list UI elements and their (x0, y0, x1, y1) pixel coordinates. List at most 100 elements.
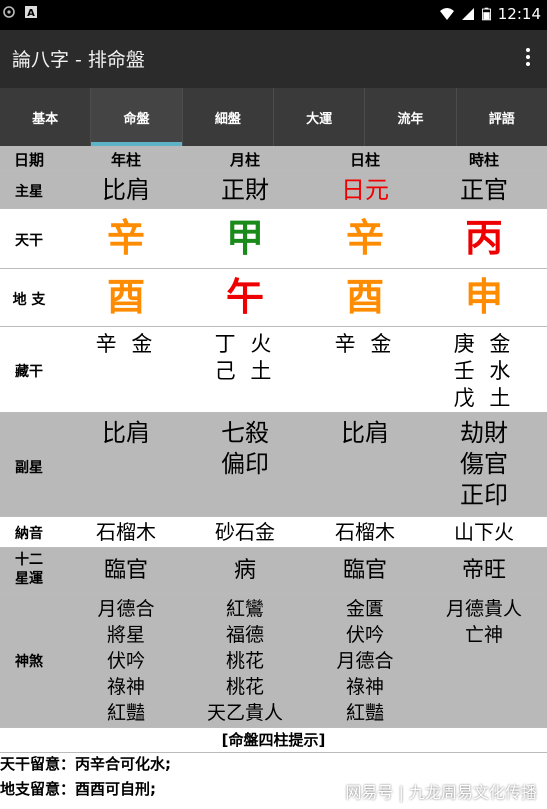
spirit-item: 桃花 (225, 676, 264, 698)
twelve-stages-label-line1: 十二 (15, 552, 43, 568)
stage-year: 臨官 (103, 558, 148, 583)
spirit-item: 月德合 (97, 598, 155, 620)
branch-day: 酉 (345, 274, 384, 319)
app-notification-icon: A (25, 6, 37, 19)
secondary-star-item: 七殺 (221, 419, 269, 447)
branch-month: 午 (225, 274, 264, 319)
earthly-branches-row: 地 支 酉 午 酉 申 (0, 269, 547, 327)
watermark-text: 网易号 | 九龙周易文化传播 (345, 783, 537, 802)
tab-detail[interactable]: 細盤 (183, 88, 274, 146)
status-time: 12:14 (497, 5, 541, 23)
spirit-item: 天乙貴人 (206, 702, 283, 724)
nayin-hour: 山下火 (454, 520, 514, 544)
secondary-stars-label: 副星 (15, 460, 43, 476)
secondary-star-item: 比肩 (341, 419, 389, 447)
hidden-stem-item: 辛 金 (95, 332, 157, 356)
hidden-stems-year: 辛 金 (67, 331, 185, 358)
header-day-pillar: 日柱 (349, 151, 380, 169)
header-label: 日期 (13, 151, 44, 169)
spirit-item: 亡神 (464, 624, 503, 646)
branch-hour: 申 (464, 274, 503, 319)
app-title: 論八字 - 排命盤 (12, 49, 145, 71)
tip-line-stems: 天干留意：丙辛合可化水; (0, 755, 171, 773)
spirit-item: 桃花 (225, 650, 264, 672)
header-month-pillar: 月柱 (229, 151, 260, 169)
stem-day: 辛 (345, 215, 384, 260)
hidden-stem-item: 己 土 (214, 359, 276, 383)
stage-hour: 帝旺 (461, 558, 506, 583)
twelve-stages-label-line2: 星運 (15, 571, 43, 587)
secondary-star-item: 偏印 (221, 450, 269, 478)
twelve-stages-label: 十二 星運 (0, 551, 58, 589)
secondary-stars-day: 比肩 (306, 418, 424, 449)
main-star-label: 主星 (15, 184, 43, 200)
stage-month: 病 (233, 558, 256, 583)
tips-title: [命盤四柱提示] (0, 728, 547, 753)
hidden-stems-hour: 庚 金 壬 水 戊 土 (424, 331, 544, 412)
spirits-label: 神煞 (15, 654, 43, 670)
stem-year: 辛 (106, 215, 145, 260)
secondary-star-item: 比肩 (102, 419, 150, 447)
tab-yearly-luck[interactable]: 流年 (365, 88, 457, 146)
spirits-row: 神煞 月德合 將星 伏吟 祿神 紅豔 紅鸞 福德 桃花 桃花 天乙貴人 金匱 伏… (0, 594, 547, 728)
app-bar: 論八字 - 排命盤 (0, 30, 547, 88)
hidden-stems-month: 丁 火 己 土 (186, 331, 304, 385)
twelve-stages-row: 十二 星運 臨官 病 臨官 帝旺 (0, 548, 547, 594)
spirits-year: 月德合 將星 伏吟 祿神 紅豔 (67, 596, 185, 726)
battery-icon (481, 7, 491, 21)
spirit-item: 月德貴人 (445, 598, 522, 620)
secondary-star-item: 正印 (460, 481, 508, 509)
hidden-stems-label: 藏干 (15, 364, 43, 380)
secondary-stars-year: 比肩 (67, 418, 185, 449)
hidden-stems-row: 藏干 辛 金 丁 火 己 土 辛 金 庚 金 壬 水 戊 土 (0, 327, 547, 413)
hidden-stem-item: 庚 金 (453, 332, 515, 356)
tab-major-luck[interactable]: 大運 (274, 88, 366, 146)
main-star-row: 主星 比肩 正財 日元 正官 (0, 171, 547, 209)
stem-hour: 丙 (464, 215, 503, 260)
spirit-item: 祿神 (345, 676, 384, 698)
heavenly-stems-label: 天干 (15, 233, 43, 249)
spirit-item: 福德 (225, 624, 264, 646)
stem-month: 甲 (225, 215, 264, 260)
spirit-item: 將星 (106, 624, 145, 646)
nayin-label: 納音 (15, 526, 43, 542)
spirits-month: 紅鸞 福德 桃花 桃花 天乙貴人 (186, 596, 304, 726)
status-bar: A 12:14 (0, 0, 547, 30)
branch-year: 酉 (106, 274, 145, 319)
hidden-stems-day: 辛 金 (306, 331, 424, 358)
heavenly-stems-row: 天干 辛 甲 辛 丙 (0, 209, 547, 269)
tab-basic[interactable]: 基本 (0, 88, 92, 146)
spirit-item: 紅豔 (345, 702, 384, 724)
spirits-day: 金匱 伏吟 月德合 祿神 紅豔 (306, 596, 424, 726)
stage-day: 臨官 (342, 558, 387, 583)
secondary-stars-hour: 劫財 傷官 正印 (424, 418, 544, 511)
earthly-branches-label: 地 支 (12, 292, 46, 308)
main-star-year: 比肩 (102, 176, 150, 204)
header-year-pillar: 年柱 (110, 151, 141, 169)
nayin-month: 砂石金 (215, 520, 275, 544)
secondary-star-item: 傷官 (460, 450, 508, 478)
tab-comments[interactable]: 評語 (457, 88, 547, 146)
spirit-item: 紅豔 (106, 702, 145, 724)
secondary-stars-row: 副星 比肩 七殺 偏印 比肩 劫財 傷官 正印 (0, 413, 547, 517)
secondary-stars-month: 七殺 偏印 (186, 418, 304, 480)
tab-chart[interactable]: 命盤 (91, 88, 183, 146)
spirit-item: 伏吟 (106, 650, 145, 672)
tab-bar: 基本 命盤 細盤 大運 流年 評語 (0, 88, 547, 146)
spirit-item: 伏吟 (345, 624, 384, 646)
svg-text:A: A (27, 8, 35, 19)
spirit-item: 祿神 (106, 676, 145, 698)
nayin-row: 納音 石榴木 砂石金 石榴木 山下火 (0, 517, 547, 548)
secondary-star-item: 劫財 (460, 419, 508, 447)
spirit-item: 紅鸞 (225, 598, 264, 620)
spirits-hour: 月德貴人 亡神 (424, 596, 544, 648)
recycle-notification-icon (3, 6, 15, 18)
wifi-icon (439, 8, 454, 20)
overflow-menu-icon[interactable] (523, 45, 533, 73)
hidden-stem-item: 辛 金 (334, 332, 396, 356)
nayin-year: 石榴木 (96, 520, 156, 544)
nayin-day: 石榴木 (335, 520, 395, 544)
main-star-hour: 正官 (460, 176, 508, 204)
main-star-day: 日元 (341, 176, 389, 204)
main-star-month: 正財 (221, 176, 269, 204)
